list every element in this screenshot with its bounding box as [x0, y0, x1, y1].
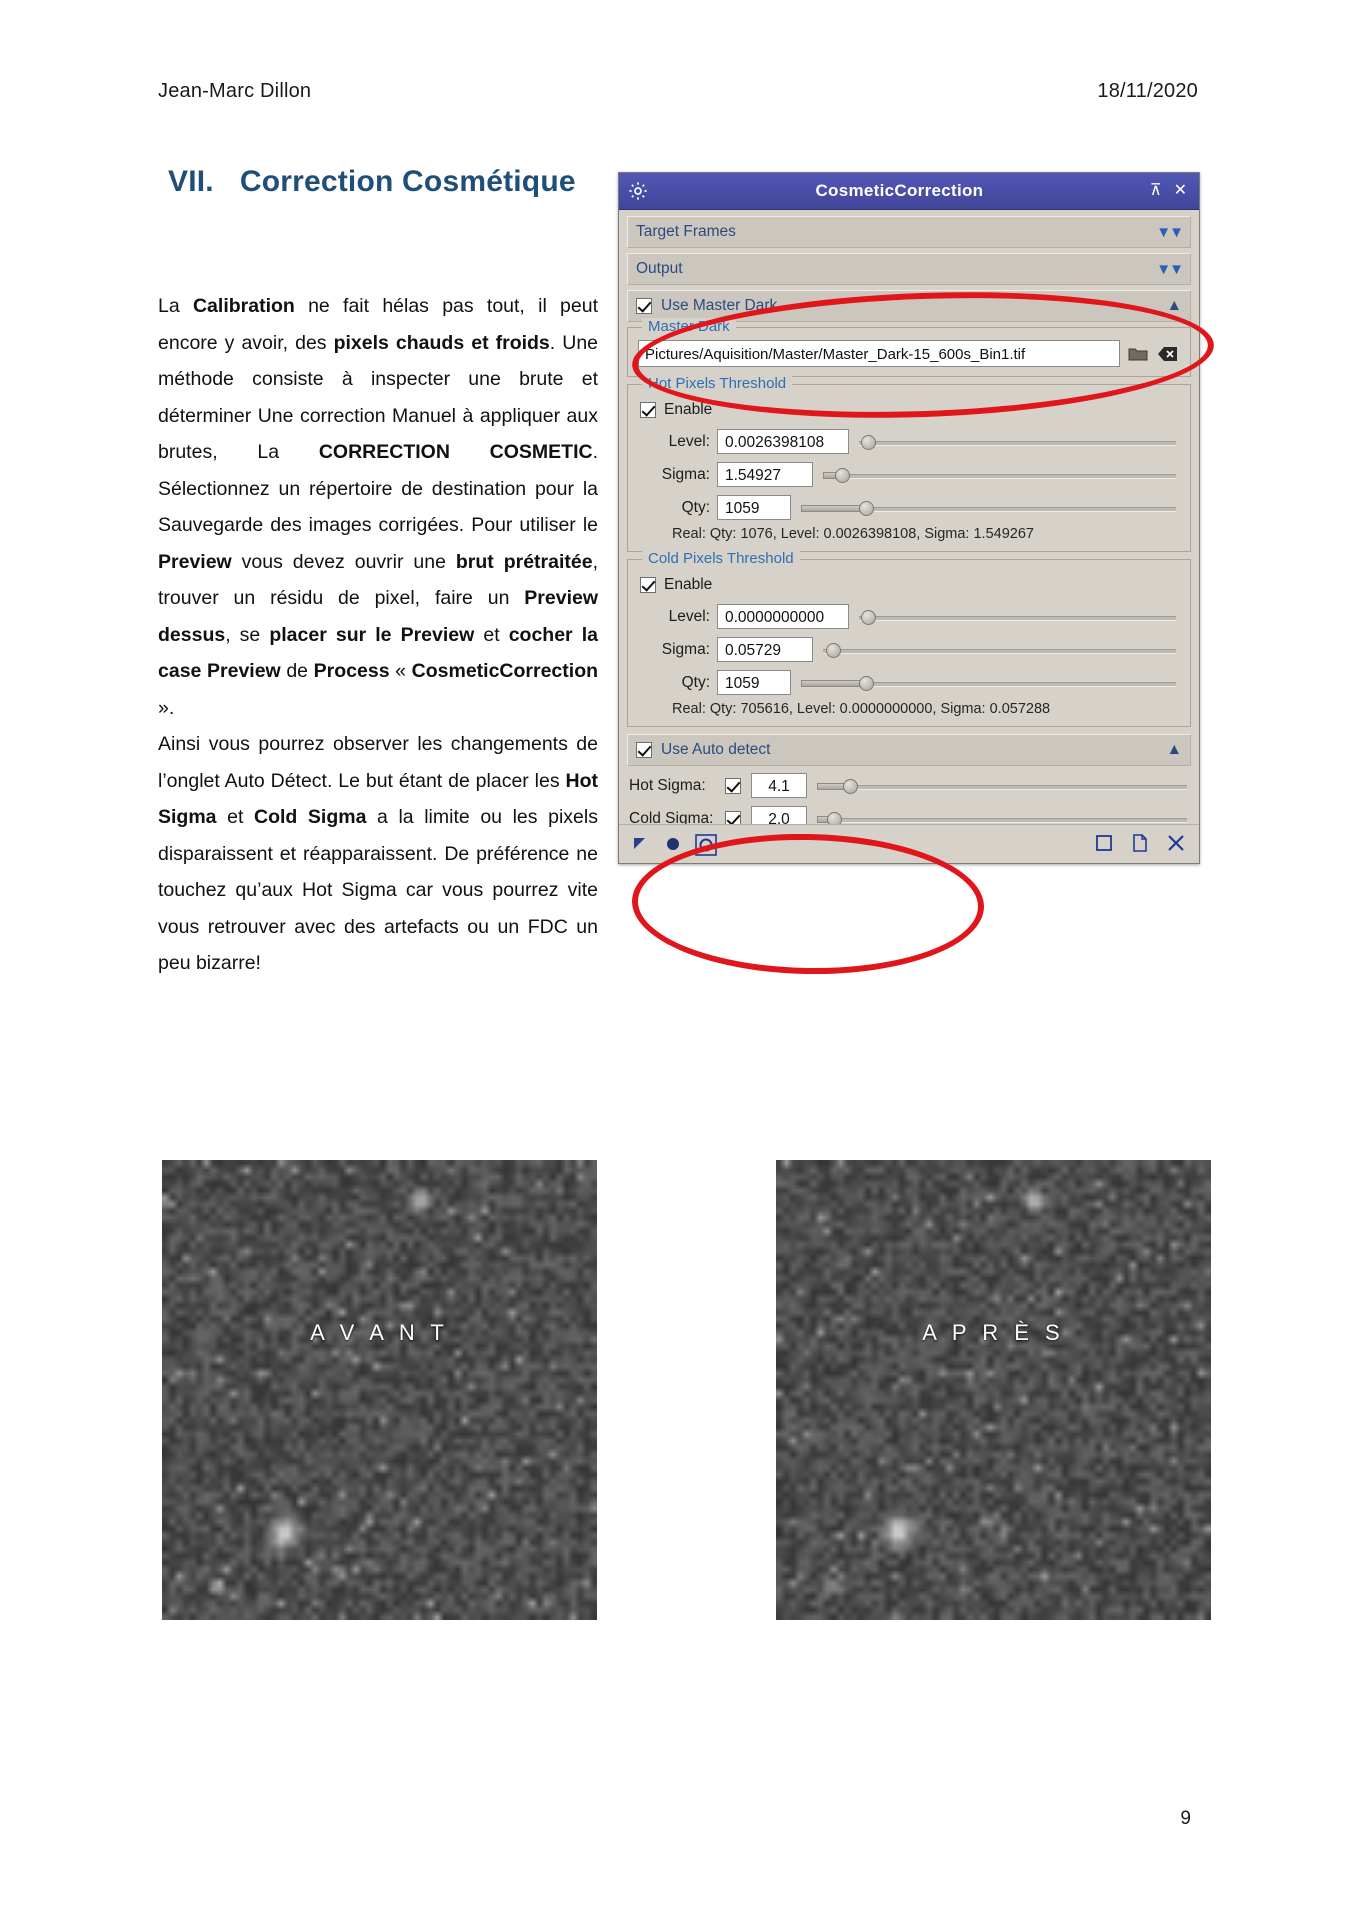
cold-qty-slider[interactable]: [801, 673, 1180, 693]
group-cold-pixels-legend: Cold Pixels Threshold: [642, 550, 800, 567]
cold-enable-label: Enable: [664, 576, 713, 593]
group-master-dark: Master Dark Pictures/Aquisition/Master/M…: [627, 318, 1191, 377]
apply-global-icon[interactable]: [695, 834, 717, 856]
auto-hot-sigma-slider[interactable]: [817, 776, 1191, 796]
cold-level-input[interactable]: 0.0000000000: [717, 604, 849, 629]
folder-icon[interactable]: [1126, 342, 1150, 366]
hot-enable-checkbox[interactable]: [640, 402, 656, 418]
hot-level-label: Level:: [668, 432, 710, 450]
cold-enable-checkbox[interactable]: [640, 577, 656, 593]
section-title: Correction Cosmétique: [239, 165, 576, 198]
group-hot-pixels-legend: Hot Pixels Threshold: [642, 375, 793, 392]
dialog-body: Target Frames ▼▼ Output ▼▼ Use Master Da…: [619, 210, 1199, 863]
dialog-title: CosmeticCorrection: [815, 181, 984, 200]
use-master-dark-checkbox[interactable]: [636, 298, 652, 314]
hot-qty-slider[interactable]: [801, 498, 1180, 518]
image-after: A P R È S: [776, 1160, 1211, 1620]
section-target-frames[interactable]: Target Frames ▼▼: [627, 216, 1191, 248]
close-icon[interactable]: ✕: [1174, 183, 1187, 199]
cold-real-line: Real: Qty: 705616, Level: 0.0000000000, …: [672, 701, 1051, 717]
section-number: VII.: [168, 165, 214, 198]
cold-qty-label: Qty:: [681, 673, 710, 691]
cold-qty-row: Qty: 1059: [638, 668, 1180, 697]
pin-icon[interactable]: ⊼: [1150, 183, 1162, 199]
chevron-up-icon: ▲: [1166, 741, 1182, 758]
auto-hot-sigma-input[interactable]: 4.1: [751, 773, 807, 798]
new-instance-icon[interactable]: [631, 834, 651, 854]
reset-icon[interactable]: [1095, 834, 1115, 854]
cold-level-slider[interactable]: [859, 607, 1180, 627]
section-heading: VII. Correction Cosmétique: [168, 165, 576, 199]
document-header: Jean-Marc Dillon 18/11/2020: [158, 80, 1198, 103]
dialog-titlebar: CosmeticCorrection ⊼ ✕: [619, 173, 1199, 210]
section-output[interactable]: Output ▼▼: [627, 253, 1191, 285]
hot-level-row: Level: 0.0026398108: [638, 427, 1180, 456]
hot-sigma-slider[interactable]: [823, 465, 1180, 485]
cosmetic-correction-dialog[interactable]: CosmeticCorrection ⊼ ✕ Target Frames ▼▼ …: [618, 172, 1200, 864]
dialog-bottom-toolbar: [619, 824, 1199, 863]
cold-sigma-label: Sigma:: [661, 640, 710, 658]
cold-enable-row: Enable: [638, 572, 1180, 598]
section-target-frames-label: Target Frames: [636, 223, 736, 240]
cold-qty-input[interactable]: 1059: [717, 670, 791, 695]
hot-qty-row: Qty: 1059: [638, 493, 1180, 522]
hot-qty-label: Qty:: [681, 498, 710, 516]
section-output-label: Output: [636, 260, 683, 277]
browse-documentation-icon[interactable]: [1131, 834, 1151, 854]
apply-icon[interactable]: [663, 834, 683, 854]
use-master-dark-label: Use Master Dark: [661, 297, 778, 314]
hot-level-slider[interactable]: [859, 432, 1180, 452]
body-paragraph: La Calibration ne fait hélas pas tout, i…: [158, 295, 599, 974]
checkbox-use-auto-detect[interactable]: Use Auto detect ▲: [627, 734, 1191, 766]
chevron-down-icon: ▼▼: [1156, 260, 1184, 278]
auto-hot-sigma-row: Hot Sigma: 4.1: [627, 771, 1191, 800]
hot-qty-input[interactable]: 1059: [717, 495, 791, 520]
use-auto-detect-label: Use Auto detect: [661, 741, 771, 758]
master-dark-path-input[interactable]: Pictures/Aquisition/Master/Master_Dark-1…: [638, 340, 1120, 367]
reset-tools-icon[interactable]: [1167, 834, 1187, 854]
cold-level-row: Level: 0.0000000000: [638, 602, 1180, 631]
body-text-column: La Calibration ne fait hélas pas tout, i…: [158, 288, 598, 982]
group-master-dark-legend: Master Dark: [642, 318, 736, 335]
header-date: 18/11/2020: [1097, 80, 1198, 102]
hot-level-input[interactable]: 0.0026398108: [717, 429, 849, 454]
use-auto-detect-checkbox[interactable]: [636, 742, 652, 758]
auto-hot-sigma-checkbox[interactable]: [725, 777, 741, 794]
group-cold-pixels-threshold: Cold Pixels Threshold Enable Level: 0.00…: [627, 550, 1191, 727]
hot-enable-row: Enable: [638, 397, 1180, 423]
document-page: Jean-Marc Dillon 18/11/2020 VII. Correcti…: [0, 0, 1357, 1920]
cold-level-label: Level:: [668, 607, 710, 625]
hot-sigma-input[interactable]: 1.54927: [717, 462, 813, 487]
cold-sigma-slider[interactable]: [823, 640, 1180, 660]
cold-sigma-row: Sigma: 0.05729: [638, 635, 1180, 664]
chevron-up-icon: ▲: [1166, 297, 1182, 314]
gear-icon: [627, 180, 649, 202]
page-number: 9: [1180, 1808, 1191, 1829]
hot-sigma-label: Sigma:: [661, 465, 710, 483]
image-after-caption: A P R È S: [922, 1320, 1065, 1345]
master-dark-path-row: Pictures/Aquisition/Master/Master_Dark-1…: [638, 340, 1180, 367]
chevron-down-icon: ▼▼: [1156, 223, 1184, 241]
hot-sigma-row: Sigma: 1.54927: [638, 460, 1180, 489]
hot-enable-label: Enable: [664, 401, 713, 418]
header-author: Jean-Marc Dillon: [158, 80, 312, 102]
auto-hot-sigma-label: Hot Sigma:: [629, 776, 706, 794]
image-before-caption: A V A N T: [310, 1320, 449, 1345]
clear-icon[interactable]: [1156, 342, 1180, 366]
cold-sigma-input[interactable]: 0.05729: [717, 637, 813, 662]
image-before: A V A N T: [162, 1160, 597, 1620]
group-hot-pixels-threshold: Hot Pixels Threshold Enable Level: 0.002…: [627, 375, 1191, 552]
hot-real-line: Real: Qty: 1076, Level: 0.0026398108, Si…: [672, 526, 1034, 542]
